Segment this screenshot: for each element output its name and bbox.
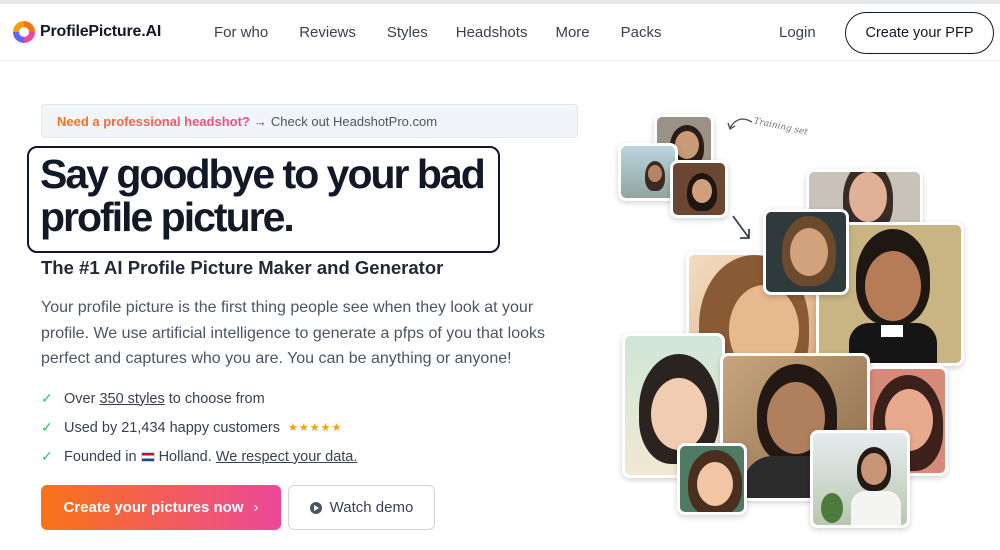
feature-styles-suffix: to choose from bbox=[168, 390, 265, 407]
curved-arrow-icon bbox=[727, 118, 753, 131]
feature-list: ✓ Over 350 styles to choose from ✓ Used … bbox=[41, 384, 357, 471]
generated-portrait bbox=[677, 443, 747, 515]
netherlands-flag-icon bbox=[140, 451, 155, 462]
page-subtitle: The #1 AI Profile Picture Maker and Gene… bbox=[41, 257, 444, 278]
create-pictures-label: Create your pictures now bbox=[63, 499, 244, 516]
arrow-down-right-icon bbox=[732, 215, 750, 239]
feature-customers: ✓ Used by 21,434 happy customers ★★★★★ bbox=[41, 413, 357, 442]
brand-logo[interactable]: ProfilePicture.AI bbox=[13, 21, 161, 43]
generated-portrait bbox=[763, 209, 849, 295]
training-set-note: Training set bbox=[752, 116, 809, 138]
feature-styles-prefix: Over bbox=[64, 390, 96, 407]
watch-demo-button[interactable]: Watch demo bbox=[288, 485, 435, 530]
nav-for-who[interactable]: For who bbox=[214, 24, 268, 41]
data-privacy-link[interactable]: We respect your data. bbox=[216, 449, 358, 465]
feature-founded: ✓ Founded in Holland. We respect your da… bbox=[41, 442, 357, 471]
notice-link-text: Check out HeadshotPro.com bbox=[270, 113, 438, 129]
login-link[interactable]: Login bbox=[779, 24, 816, 41]
create-pictures-button[interactable]: Create your pictures now › bbox=[41, 485, 281, 530]
rating-stars: ★★★★★ bbox=[288, 422, 343, 434]
chevron-right-icon: › bbox=[253, 499, 259, 516]
training-photo bbox=[670, 160, 728, 218]
nav-headshots[interactable]: Headshots bbox=[456, 24, 528, 41]
feature-customers-text: Used by 21,434 happy customers bbox=[64, 419, 281, 436]
site-header: ProfilePicture.AI For who Reviews Styles… bbox=[0, 4, 1000, 61]
feature-founded-prefix: Founded in bbox=[64, 448, 137, 465]
create-pfp-button[interactable]: Create your PFP bbox=[845, 12, 994, 54]
hero-description: Your profile picture is the first thing … bbox=[41, 299, 545, 367]
headshot-notice[interactable]: Need a professional headshot? → Check ou… bbox=[41, 104, 578, 138]
main-nav: For who Reviews Styles Headshots More Pa… bbox=[214, 24, 693, 41]
logo-icon bbox=[13, 21, 35, 43]
generated-portrait bbox=[810, 430, 910, 528]
watch-demo-label: Watch demo bbox=[329, 499, 414, 516]
play-icon bbox=[309, 501, 322, 514]
nav-packs[interactable]: Packs bbox=[621, 24, 662, 41]
nav-reviews[interactable]: Reviews bbox=[299, 24, 356, 41]
check-icon: ✓ bbox=[41, 390, 53, 406]
nav-styles[interactable]: Styles bbox=[387, 24, 428, 41]
brand-name: ProfilePicture.AI bbox=[40, 23, 162, 40]
feature-styles: ✓ Over 350 styles to choose from bbox=[41, 384, 357, 413]
arrow-right-icon: → bbox=[253, 113, 267, 129]
check-icon: ✓ bbox=[41, 419, 53, 435]
feature-founded-place: Holland. bbox=[158, 448, 212, 465]
check-icon: ✓ bbox=[41, 448, 53, 464]
notice-strong-text: Need a professional headshot? bbox=[57, 113, 250, 129]
styles-link[interactable]: 350 styles bbox=[99, 391, 164, 407]
nav-more[interactable]: More bbox=[555, 24, 589, 41]
page-title: Say goodbye to your bad profile picture. bbox=[40, 151, 486, 240]
training-photo bbox=[618, 143, 678, 201]
